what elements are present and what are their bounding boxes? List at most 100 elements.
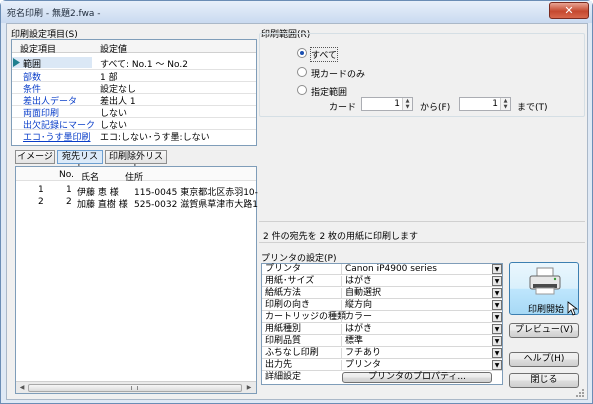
printer-setting-row[interactable]: ふちなし印刷 フチあり ▼ — [262, 348, 502, 359]
setting-key: ふちなし印刷 — [265, 348, 319, 358]
scroll-left-icon[interactable]: ◀ — [16, 383, 28, 393]
printer-setting-row[interactable]: 用紙･サイズ はがき ▼ — [262, 276, 502, 287]
dropdown-arrow-icon[interactable]: ▼ — [492, 324, 502, 334]
printer-setting-row[interactable]: 出力先 プリンタ ▼ — [262, 360, 502, 371]
dropdown-arrow-icon[interactable]: ▼ — [492, 264, 502, 274]
address-row[interactable]: 2 2 加藤 直樹 様 525-0032 滋賀県草津市大路1 — [16, 196, 258, 210]
printer-setting-row[interactable]: 用紙種別 はがき ▼ — [262, 324, 502, 335]
close-button[interactable]: 閉じる — [509, 373, 579, 388]
print-item-row[interactable]: 出欠記録にマーク しない — [12, 117, 256, 131]
col-address-header: 住所 — [125, 173, 144, 183]
address-list: No. 氏名 住所 1 1 伊藤 恵 様 115-0045 東京都北区赤羽10-… — [15, 166, 258, 394]
horizontal-scrollbar[interactable]: ◀ ▶ — [16, 381, 256, 393]
address-row[interactable]: 1 1 伊藤 恵 様 115-0045 東京都北区赤羽10- — [16, 184, 258, 198]
range-current-radio[interactable] — [297, 67, 307, 77]
range-from-stepper[interactable]: 1 ▲ ▼ — [361, 97, 413, 111]
printer-properties-button[interactable]: プリンタのプロパティ... — [342, 372, 492, 383]
setting-value: はがき — [341, 324, 491, 335]
title-bar[interactable]: 宛名印刷 - 無題2.fwa - ✕ — [1, 1, 592, 23]
row-index: 2 — [38, 197, 44, 207]
tab-address-list[interactable]: 宛先リスト — [57, 150, 103, 174]
range-from-value: 1 — [394, 99, 400, 109]
row-index: 1 — [38, 185, 44, 195]
print-item-row[interactable]: 部数 1 部 — [12, 69, 256, 83]
setting-value: カラー — [341, 312, 491, 323]
row-address: 525-0032 滋賀県草津市大路1 — [134, 200, 258, 210]
printer-icon — [529, 267, 561, 295]
range-specified-radio[interactable] — [297, 85, 307, 95]
printer-setting-row[interactable]: 給紙方法 自動選択 ▼ — [262, 288, 502, 299]
window-close-button[interactable]: ✕ — [549, 2, 589, 19]
print-items-header: 設定項目 設定値 — [12, 40, 256, 55]
dropdown-arrow-icon[interactable]: ▼ — [492, 288, 502, 298]
dropdown-arrow-icon[interactable]: ▼ — [492, 360, 502, 370]
col-no-header: No. — [59, 170, 74, 180]
setting-value: Canon iP4900 series — [341, 264, 491, 275]
setting-key: 用紙種別 — [265, 324, 302, 334]
window-title: 宛名印刷 - 無題2.fwa - — [7, 9, 101, 19]
setting-key: 給紙方法 — [265, 288, 302, 298]
print-items-body: 範囲 すべて: No.1 〜 No.2 部数 1 部 条件 設定なし 差出人デー… — [12, 57, 256, 145]
dropdown-arrow-icon[interactable]: ▼ — [492, 276, 502, 286]
range-current-label[interactable]: 現カードのみ — [311, 67, 365, 80]
printer-setting-row[interactable]: 印刷品質 標準 ▼ — [262, 336, 502, 347]
printer-setting-row[interactable]: プリンタ Canon iP4900 series ▼ — [262, 264, 502, 275]
printer-settings-grid: プリンタ Canon iP4900 series ▼ 用紙･サイズ はがき ▼ 給紙方法… — [261, 263, 503, 385]
setting-key: 印刷品質 — [265, 336, 302, 346]
print-item-row[interactable]: 範囲 すべて: No.1 〜 No.2 — [12, 57, 256, 70]
print-start-label: 印刷開始 — [528, 305, 565, 315]
setting-key: プリンタ — [265, 264, 302, 274]
setting-key: 詳細設定 — [265, 372, 302, 382]
printer-setting-row: 詳細設定 プリンタのプロパティ... — [262, 372, 502, 383]
setting-key: 出力先 — [265, 360, 293, 370]
setting-value: プリンタ — [341, 360, 491, 371]
print-item-row[interactable]: エコ･うす墨印刷 エコ:しない･うす墨:しない — [12, 129, 256, 143]
setting-value: 自動選択 — [341, 288, 491, 299]
col-value-header: 設定値 — [100, 45, 128, 55]
print-items-table: 設定項目 設定値 範囲 すべて: No.1 〜 No.2 部数 1 部 条件 設… — [11, 39, 257, 146]
resize-grip-icon[interactable] — [575, 388, 585, 398]
tab-image[interactable]: イメージ — [15, 150, 55, 164]
dropdown-arrow-icon[interactable]: ▼ — [492, 336, 502, 346]
scroll-right-icon[interactable]: ▶ — [243, 383, 255, 393]
print-item-row[interactable]: 差出人データ 差出人 1 — [12, 93, 256, 107]
range-all-label[interactable]: すべて — [309, 47, 339, 62]
from-label: から(F) — [420, 103, 451, 113]
tab-exclude-list[interactable]: 印刷除外リスト — [105, 150, 167, 174]
mouse-cursor-icon — [567, 301, 578, 316]
stepper-arrows-icon[interactable]: ▲ ▼ — [402, 98, 412, 110]
divider — [259, 242, 585, 243]
dialog-client-area: 印刷設定項目(S) 設定項目 設定値 範囲 すべて: No.1 〜 No.2 部… — [6, 23, 588, 400]
setting-value: 縦方向 — [341, 300, 491, 311]
col-name-header: 氏名 — [81, 173, 100, 183]
print-item-row[interactable]: 条件 設定なし — [12, 81, 256, 95]
address-list-header: No. 氏名 住所 — [16, 167, 256, 183]
dropdown-arrow-icon[interactable]: ▼ — [492, 300, 502, 310]
print-item-row[interactable]: 両面印刷 しない — [12, 105, 256, 119]
help-button[interactable]: ヘルプ(H) — [509, 352, 579, 367]
print-item-value: エコ:しない･うす墨:しない — [100, 133, 210, 143]
print-item-name[interactable]: エコ･うす墨印刷 — [23, 130, 91, 143]
range-to-stepper[interactable]: 1 ▲ ▼ — [459, 97, 511, 111]
setting-value: 標準 — [341, 336, 491, 347]
range-specified-label[interactable]: 指定範囲 — [311, 85, 347, 98]
setting-key: カートリッジの種類 — [265, 312, 347, 322]
range-all-radio[interactable] — [297, 48, 307, 58]
printer-setting-row[interactable]: 印刷の向き 縦方向 ▼ — [262, 300, 502, 311]
scrollbar-thumb[interactable] — [28, 384, 242, 392]
card-label: カード — [329, 103, 357, 113]
status-text: 2 件の宛先を 2 枚の用紙に印刷します — [263, 232, 419, 242]
printer-setting-row[interactable]: カートリッジの種類 カラー ▼ — [262, 312, 502, 323]
print-dialog-window: 宛名印刷 - 無題2.fwa - ✕ 印刷設定項目(S) 設定項目 設定値 範囲… — [0, 0, 593, 404]
stepper-arrows-icon[interactable]: ▲ ▼ — [500, 98, 510, 110]
dropdown-arrow-icon[interactable]: ▼ — [492, 312, 502, 322]
print-start-button[interactable]: 印刷開始 — [509, 262, 579, 316]
preview-button[interactable]: プレビュー(V) — [509, 323, 579, 338]
setting-value: フチあり — [341, 348, 491, 359]
dropdown-arrow-icon[interactable]: ▼ — [492, 348, 502, 358]
setting-value: はがき — [341, 276, 491, 287]
range-to-value: 1 — [492, 99, 498, 109]
row-no: 1 — [66, 185, 72, 195]
setting-key: 用紙･サイズ — [265, 276, 315, 286]
divider — [259, 221, 585, 222]
